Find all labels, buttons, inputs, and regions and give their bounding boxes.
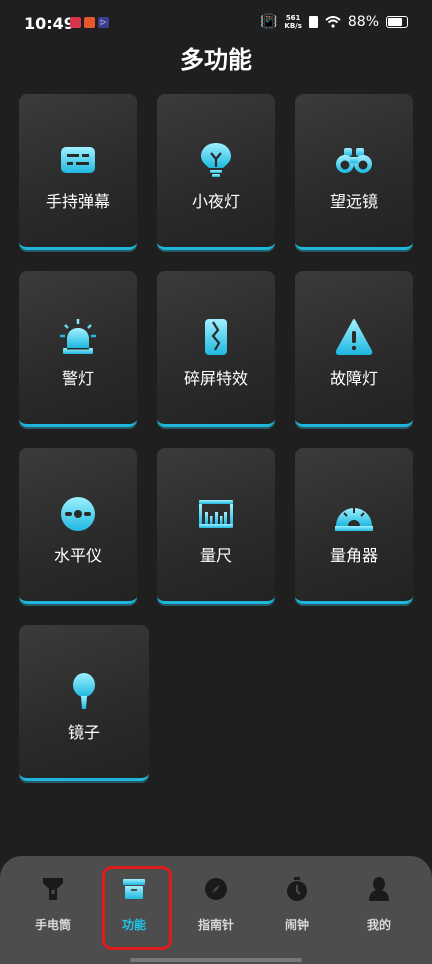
nav-label: 我的 — [366, 918, 391, 932]
flashlight-icon — [43, 878, 63, 900]
person-icon — [369, 877, 389, 901]
siren-icon — [60, 319, 96, 354]
nav-label: 手电筒 — [34, 918, 71, 932]
vibrate-icon: 📳 — [259, 14, 278, 30]
feature-card-barrage[interactable]: 手持弹幕 — [19, 94, 137, 250]
ruler-icon — [199, 500, 233, 528]
feature-card-mirror[interactable]: 镜子 — [19, 625, 149, 781]
feature-label: 水平仪 — [53, 546, 102, 565]
battery-icon — [386, 16, 408, 28]
battery-level: 88% — [347, 14, 379, 30]
level-icon — [61, 497, 95, 531]
feature-label: 警灯 — [61, 369, 94, 388]
feature-card-level[interactable]: 水平仪 — [19, 448, 137, 604]
binoculars-icon — [336, 148, 372, 173]
nav-item-flashlight[interactable]: 手电筒 — [18, 876, 88, 946]
stopwatch-icon — [287, 877, 307, 901]
nav-item-alarm[interactable]: 闹钟 — [262, 876, 332, 946]
feature-label: 小夜灯 — [191, 192, 240, 211]
app-notification-icon — [70, 17, 81, 28]
page-title: 多功能 — [180, 46, 252, 74]
compass-icon — [205, 878, 227, 900]
warning-icon — [335, 319, 373, 355]
nav-item-compass[interactable]: 指南针 — [181, 876, 251, 946]
hand-mirror-icon — [73, 673, 95, 709]
feature-card-broken-screen[interactable]: 碎屏特效 — [157, 271, 275, 427]
subtitles-icon — [61, 147, 95, 173]
bottom-navigation: 手电筒 功能 指南针 闹钟 我的 — [0, 856, 432, 964]
home-indicator — [130, 958, 302, 962]
feature-label: 手持弹幕 — [45, 192, 110, 211]
net-speed-unit: KB/s — [284, 22, 302, 30]
feature-card-hazard-light[interactable]: 故障灯 — [295, 271, 413, 427]
feature-label: 故障灯 — [329, 369, 378, 388]
wifi-icon — [325, 16, 341, 28]
app-notification-icon — [84, 17, 95, 28]
active-tab-highlight — [102, 866, 172, 950]
net-speed: 561 KB/s — [284, 14, 301, 30]
net-speed-value: 561 — [285, 14, 301, 22]
app-notification-icon: ▷ — [98, 17, 109, 28]
status-right: 📳 561 KB/s 88% — [260, 14, 408, 30]
protractor-icon — [335, 508, 373, 531]
sim-icon — [308, 16, 318, 28]
nav-label: 闹钟 — [284, 918, 309, 932]
bulb-icon — [201, 143, 231, 177]
feature-label: 镜子 — [67, 723, 100, 742]
feature-label: 碎屏特效 — [183, 369, 248, 388]
status-time: 10:49 — [24, 14, 75, 33]
feature-card-telescope[interactable]: 望远镜 — [295, 94, 413, 250]
notification-icons: ▷ — [70, 17, 109, 28]
nav-label: 指南针 — [197, 918, 234, 932]
feature-card-police-light[interactable]: 警灯 — [19, 271, 137, 427]
feature-label: 量尺 — [199, 546, 232, 565]
feature-label: 望远镜 — [329, 192, 378, 211]
feature-card-night-light[interactable]: 小夜灯 — [157, 94, 275, 250]
feature-card-protractor[interactable]: 量角器 — [295, 448, 413, 604]
feature-card-ruler[interactable]: 量尺 — [157, 448, 275, 604]
nav-item-profile[interactable]: 我的 — [344, 876, 414, 946]
feature-label: 量角器 — [329, 546, 378, 565]
cracked-phone-icon — [205, 319, 227, 355]
